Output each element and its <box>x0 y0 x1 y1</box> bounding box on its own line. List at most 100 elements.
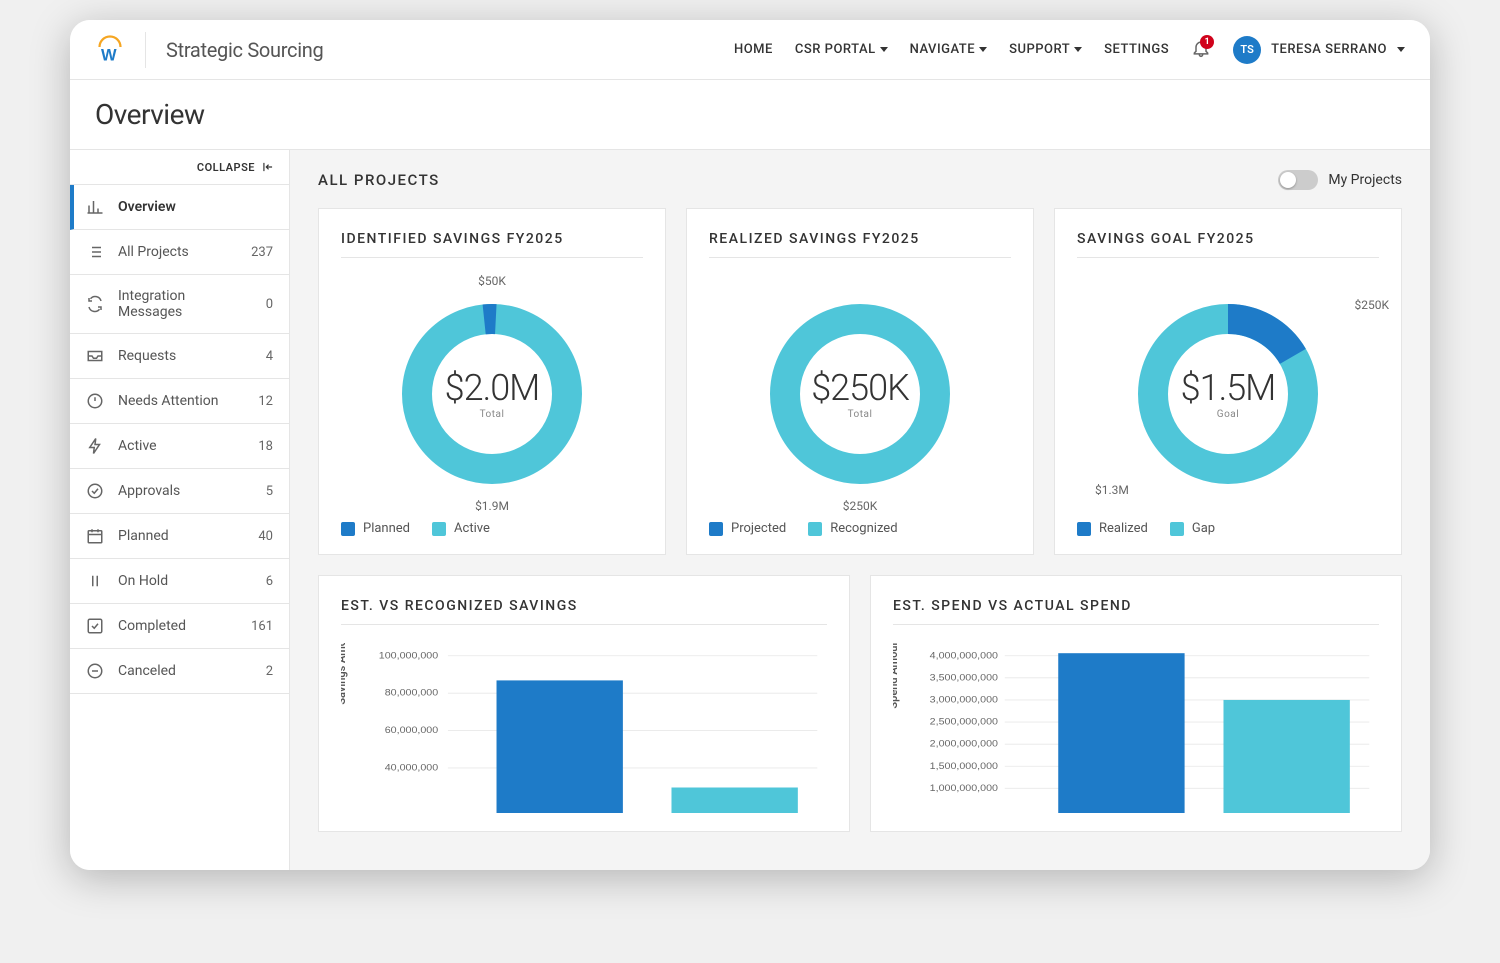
svg-text:100,000,000: 100,000,000 <box>379 651 439 661</box>
chevron-down-icon <box>1074 47 1082 52</box>
sidebar-collapse-button[interactable]: COLLAPSE <box>70 150 289 185</box>
sidebar-item-label: Needs Attention <box>118 393 244 409</box>
sidebar-item-count: 12 <box>258 394 273 409</box>
nav-support[interactable]: SUPPORT <box>1009 42 1082 57</box>
donut-center: $1.5M Goal <box>1181 367 1276 420</box>
user-menu[interactable]: TS TERESA SERRANO <box>1233 36 1405 64</box>
sidebar-item-label: All Projects <box>118 244 237 260</box>
sidebar-item-approvals[interactable]: Approvals 5 <box>70 469 289 514</box>
bar-chart-icon: 100,000,000 80,000,000 60,000,000 40,000… <box>341 643 827 813</box>
donut-goal: $1.5M Goal $250K $1.3M <box>1077 276 1379 511</box>
sidebar-item-label: Integration Messages <box>118 288 252 320</box>
sidebar-item-needs-attention[interactable]: Needs Attention 12 <box>70 379 289 424</box>
card-title: REALIZED SAVINGS FY2025 <box>709 231 1011 258</box>
pause-icon <box>86 572 104 590</box>
my-projects-toggle-wrap: My Projects <box>1278 170 1402 190</box>
donut-segment-label: $250K <box>843 499 878 513</box>
legend-item: Realized <box>1077 521 1148 536</box>
svg-text:60,000,000: 60,000,000 <box>385 726 439 736</box>
sidebar-item-planned[interactable]: Planned 40 <box>70 514 289 559</box>
sidebar-item-all-projects[interactable]: All Projects 237 <box>70 230 289 275</box>
content-title: ALL PROJECTS <box>318 171 440 189</box>
donut-center: $250K Total <box>811 367 909 420</box>
main-content: ALL PROJECTS My Projects IDENTIFIED SAVI… <box>290 150 1430 870</box>
sidebar-item-count: 0 <box>266 297 273 312</box>
workday-logo-icon: W <box>95 35 125 65</box>
sidebar-item-active[interactable]: Active 18 <box>70 424 289 469</box>
sidebar-item-label: Overview <box>118 199 273 215</box>
collapse-icon <box>261 160 275 174</box>
legend-item: Recognized <box>808 521 897 536</box>
donut-segment-label: $1.9M <box>475 499 509 513</box>
legend-swatch <box>1170 522 1184 536</box>
sidebar-item-label: Completed <box>118 618 237 634</box>
sidebar-item-canceled[interactable]: Canceled 2 <box>70 649 289 694</box>
legend-label: Gap <box>1192 521 1215 536</box>
card-title: EST. VS RECOGNIZED SAVINGS <box>341 598 827 625</box>
nav-home[interactable]: HOME <box>734 42 773 57</box>
legend-item: Gap <box>1170 521 1215 536</box>
toggle-knob <box>1280 172 1296 188</box>
card-title: IDENTIFIED SAVINGS FY2025 <box>341 231 643 258</box>
sidebar-item-requests[interactable]: Requests 4 <box>70 334 289 379</box>
cards-row-bars: EST. VS RECOGNIZED SAVINGS Savings Amoun… <box>318 575 1402 832</box>
y-axis-label: Spend Amount <box>893 643 900 709</box>
notifications-button[interactable]: 1 <box>1191 38 1211 62</box>
svg-text:3,500,000,000: 3,500,000,000 <box>930 673 999 683</box>
svg-text:1,000,000,000: 1,000,000,000 <box>930 783 999 793</box>
content-header: ALL PROJECTS My Projects <box>318 170 1402 190</box>
user-name: TERESA SERRANO <box>1271 42 1387 57</box>
logo-block: W Strategic Sourcing <box>95 32 323 68</box>
sidebar-item-label: On Hold <box>118 573 252 589</box>
my-projects-toggle[interactable] <box>1278 170 1318 190</box>
donut-value: $1.5M <box>1181 367 1276 409</box>
donut-segment-label: $50K <box>478 274 506 288</box>
inbox-icon <box>86 347 104 365</box>
sidebar-item-completed[interactable]: Completed 161 <box>70 604 289 649</box>
donut-segment-label: $1.3M <box>1095 483 1129 497</box>
topnav: HOME CSR PORTAL NAVIGATE SUPPORT SETTING… <box>734 36 1405 64</box>
nav-home-label: HOME <box>734 42 773 57</box>
sidebar-item-integration-messages[interactable]: Integration Messages 0 <box>70 275 289 334</box>
list-icon <box>86 243 104 261</box>
nav-csr-portal[interactable]: CSR PORTAL <box>795 42 888 57</box>
donut-segment-label: $250K <box>1354 298 1389 312</box>
checkbox-icon <box>86 617 104 635</box>
page-title-row: Overview <box>70 80 1430 150</box>
sidebar-item-count: 5 <box>266 484 273 499</box>
nav-settings[interactable]: SETTINGS <box>1104 42 1169 57</box>
donut-realized: $250K Total $250K <box>709 276 1011 511</box>
donut-sub: Goal <box>1181 409 1276 420</box>
donut-sub: Total <box>811 409 909 420</box>
svg-text:40,000,000: 40,000,000 <box>385 763 439 773</box>
svg-text:2,500,000,000: 2,500,000,000 <box>930 717 999 727</box>
sidebar-collapse-label: COLLAPSE <box>197 161 255 174</box>
chevron-down-icon <box>1397 47 1405 52</box>
legend-label: Projected <box>731 521 786 536</box>
donut-value: $2.0M <box>445 367 540 409</box>
svg-text:3,000,000,000: 3,000,000,000 <box>930 695 999 705</box>
legend-label: Recognized <box>830 521 897 536</box>
sidebar-item-on-hold[interactable]: On Hold 6 <box>70 559 289 604</box>
sidebar: COLLAPSE Overview All Projects 237 <box>70 150 290 870</box>
notifications-badge: 1 <box>1200 35 1214 49</box>
lightning-icon <box>86 437 104 455</box>
logo-divider <box>145 32 146 68</box>
card-est-vs-recognized-savings: EST. VS RECOGNIZED SAVINGS Savings Amoun… <box>318 575 850 832</box>
nav-navigate[interactable]: NAVIGATE <box>910 42 987 57</box>
sidebar-item-overview[interactable]: Overview <box>70 185 289 230</box>
cancel-icon <box>86 662 104 680</box>
card-title: SAVINGS GOAL FY2025 <box>1077 231 1379 258</box>
chevron-down-icon <box>880 47 888 52</box>
legend: Planned Active <box>341 511 643 536</box>
nav-navigate-label: NAVIGATE <box>910 42 975 57</box>
sidebar-item-label: Active <box>118 438 244 454</box>
legend-swatch <box>808 522 822 536</box>
bar-chart-spend: Spend Amount 4,000,000,000 3,500,000,000… <box>893 643 1379 813</box>
alert-icon <box>86 392 104 410</box>
nav-csr-label: CSR PORTAL <box>795 42 876 57</box>
cards-row-donuts: IDENTIFIED SAVINGS FY2025 $2.0M Total $5… <box>318 208 1402 555</box>
sidebar-item-label: Canceled <box>118 663 252 679</box>
calendar-icon <box>86 527 104 545</box>
legend-label: Active <box>454 521 490 536</box>
